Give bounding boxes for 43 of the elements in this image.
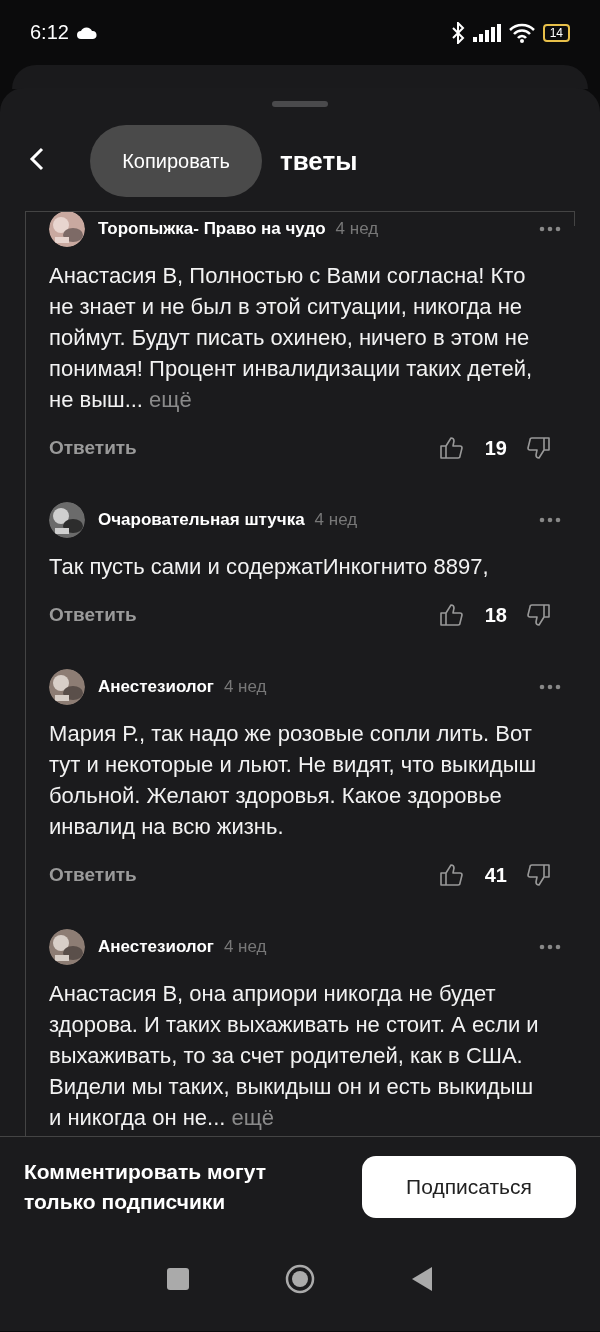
- comment-text: Анастасия В, она априори никогда не будет здорова. И таких выхаживать не стоит. А если и выхаживать, то за счет родителей, как в США. Видели мы таких, выкидыш он и есть выкидыш и никогда он не... ещё: [49, 980, 540, 1132]
- thumbs-down-icon[interactable]: [527, 436, 551, 460]
- wifi-icon: [508, 22, 535, 43]
- bluetooth-icon: [450, 21, 465, 44]
- thumbs-down-icon[interactable]: [527, 603, 551, 627]
- comment-time: 4 нед: [223, 937, 267, 957]
- cloud-icon: [76, 26, 97, 39]
- thumbs-up-icon[interactable]: [438, 863, 463, 887]
- home-icon[interactable]: [285, 1264, 315, 1294]
- back-nav-icon[interactable]: [411, 1266, 433, 1292]
- like-count: 19: [484, 436, 507, 460]
- more-icon[interactable]: [539, 944, 561, 950]
- comment-time: 4 нед: [314, 510, 358, 530]
- drag-handle[interactable]: [272, 101, 328, 107]
- comment-text: Мария Р., так надо же розовые сопли лить. Вот тут и некоторые и льют. Не видят, что выкидыш больной. Желают здоровья. Какое здоровье инвалид на всю жизнь.: [49, 720, 538, 841]
- subscribe-button[interactable]: Подписаться: [362, 1156, 576, 1218]
- thumbs-up-icon[interactable]: [438, 436, 463, 460]
- author-name[interactable]: Анестезиолог: [98, 677, 214, 697]
- comment-time: 4 нед: [223, 677, 267, 697]
- clock: 6:12: [30, 21, 69, 44]
- author-name[interactable]: Торопыжка- Право на чудо: [98, 219, 326, 239]
- more-icon[interactable]: [539, 226, 561, 232]
- comment-time: 4 нед: [335, 219, 379, 239]
- comment-text: Анастасия В, Полностью с Вами согласна! Кто не знает и не был в этой ситуации, никогда не поймут. Будут писать охинею, ничего в этом не понимая! Процент инвалидизации таких детей, не выш... ещё: [49, 262, 534, 414]
- author-name[interactable]: Очаровательная штучка: [98, 510, 305, 530]
- signal-icon: [472, 23, 501, 42]
- reply-button[interactable]: Ответить: [49, 864, 137, 886]
- more-link[interactable]: ещё: [231, 1105, 275, 1130]
- comment-notice: Комментировать могут только подписчики: [24, 1159, 268, 1215]
- copy-menu[interactable]: Копировать: [90, 125, 262, 197]
- more-icon[interactable]: [539, 684, 561, 690]
- author-name[interactable]: Анестезиолог: [98, 937, 214, 957]
- like-count: 41: [484, 863, 507, 887]
- reply-button[interactable]: Ответить: [49, 604, 137, 626]
- reply-button[interactable]: Ответить: [49, 437, 137, 459]
- more-icon[interactable]: [539, 517, 561, 523]
- like-count: 18: [484, 603, 507, 627]
- thumbs-up-icon[interactable]: [438, 603, 463, 627]
- comment-text: Так пусть сами и содержатИнкогнито 8897,: [49, 553, 490, 581]
- battery-level: 14: [542, 23, 570, 42]
- thumbs-down-icon[interactable]: [527, 863, 551, 887]
- page-title: тветы: [280, 145, 358, 177]
- more-link[interactable]: ещё: [149, 387, 192, 412]
